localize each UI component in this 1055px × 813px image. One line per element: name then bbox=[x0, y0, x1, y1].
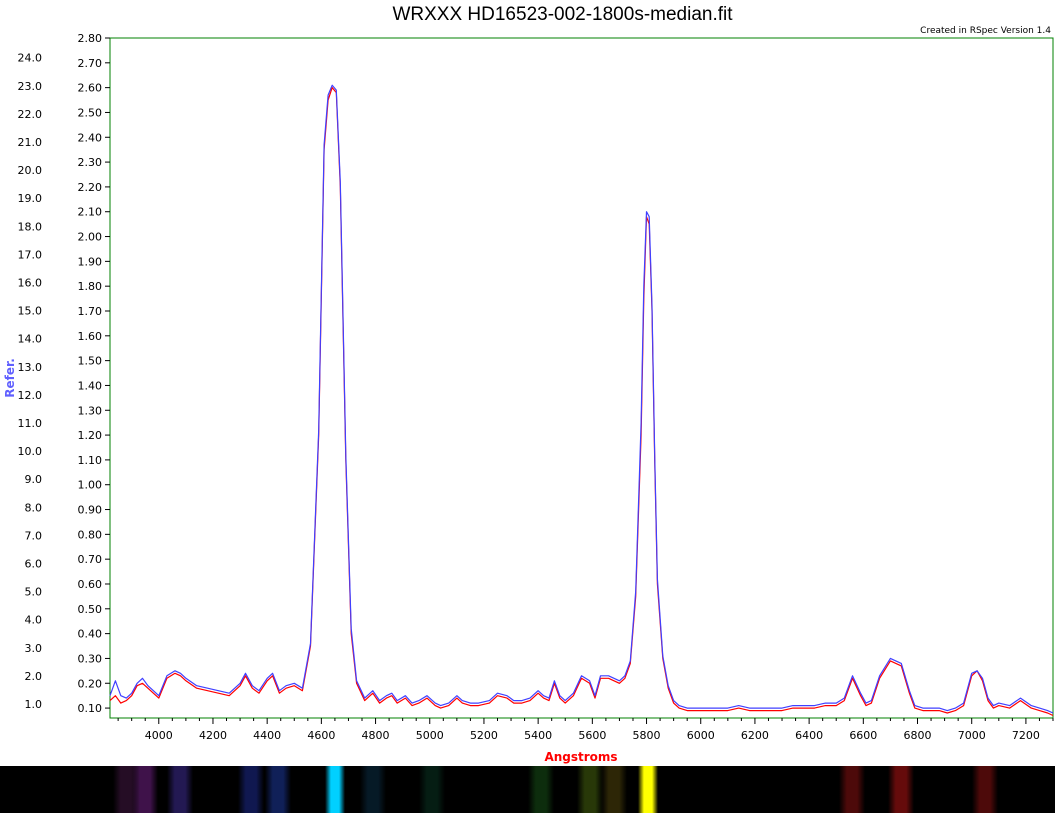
y2-tick-label: 20.0 bbox=[18, 164, 43, 177]
y2-tick-label: 17.0 bbox=[18, 248, 43, 261]
y-tick-label: 1.20 bbox=[78, 429, 103, 442]
x-tick-label: 4600 bbox=[307, 729, 335, 742]
y-tick-label: 2.60 bbox=[78, 82, 103, 95]
y2-axis-ticks: 1.0 2.0 3.0 4.0 5.0 6.0 7.0 8.0 9.0 10.0 11.0 12.0 1… bbox=[18, 52, 43, 711]
spectrum-band bbox=[359, 766, 386, 813]
y2-tick-label: 2.0 bbox=[25, 670, 43, 683]
y-axis-label: Refer. bbox=[3, 358, 17, 398]
spectrum-chart: 0.10 0.20 0.30 0.40 0.50 0.60 0.70 0.80 0.90 1.00… bbox=[3, 32, 1054, 764]
y2-tick-label: 13.0 bbox=[18, 361, 43, 374]
spectrum-band bbox=[972, 766, 999, 813]
x-tick-label: 7200 bbox=[1012, 729, 1040, 742]
x-tick-label: 6000 bbox=[687, 729, 715, 742]
y2-tick-label: 3.0 bbox=[25, 642, 43, 655]
y2-tick-label: 14.0 bbox=[18, 333, 43, 346]
y-tick-label: 0.40 bbox=[78, 628, 103, 641]
y-tick-label: 1.30 bbox=[78, 404, 103, 417]
y-tick-label: 2.30 bbox=[78, 156, 103, 169]
spectrum-strip bbox=[0, 766, 1055, 813]
y2-tick-label: 7.0 bbox=[25, 529, 43, 542]
x-tick-label: 6800 bbox=[904, 729, 932, 742]
plot-area bbox=[109, 37, 1054, 719]
x-tick-label: 6400 bbox=[795, 729, 823, 742]
y-tick-label: 2.70 bbox=[78, 57, 103, 70]
y-tick-label: 0.70 bbox=[78, 553, 103, 566]
x-tick-label: 5000 bbox=[416, 729, 444, 742]
y2-tick-label: 23.0 bbox=[18, 80, 43, 93]
y2-tick-label: 12.0 bbox=[18, 389, 43, 402]
y2-tick-label: 4.0 bbox=[25, 614, 43, 627]
y2-tick-label: 21.0 bbox=[18, 136, 43, 149]
spectrum-band bbox=[601, 766, 628, 813]
spectrum-band bbox=[132, 766, 159, 813]
spectrum-band bbox=[167, 766, 194, 813]
y2-tick-label: 6.0 bbox=[25, 557, 43, 570]
x-axis-label: Angstroms bbox=[544, 750, 617, 764]
x-tick-label: 7000 bbox=[958, 729, 986, 742]
x-tick-label: 4200 bbox=[199, 729, 227, 742]
y2-tick-label: 18.0 bbox=[18, 220, 43, 233]
spectrum-band bbox=[839, 766, 866, 813]
y2-tick-label: 11.0 bbox=[18, 417, 43, 430]
x-tick-label: 5400 bbox=[524, 729, 552, 742]
y-tick-label: 1.70 bbox=[78, 305, 103, 318]
y2-tick-label: 1.0 bbox=[25, 698, 43, 711]
y2-tick-label: 24.0 bbox=[18, 52, 43, 65]
y-tick-label: 0.50 bbox=[78, 603, 103, 616]
y-axis-ticks: 0.10 0.20 0.30 0.40 0.50 0.60 0.70 0.80 0.90 1.00… bbox=[78, 32, 110, 715]
x-tick-label: 6200 bbox=[741, 729, 769, 742]
y-tick-label: 1.60 bbox=[78, 330, 103, 343]
y-tick-label: 2.40 bbox=[78, 131, 103, 144]
y-tick-label: 0.60 bbox=[78, 578, 103, 591]
y2-tick-label: 19.0 bbox=[18, 192, 43, 205]
x-tick-label: 4800 bbox=[362, 729, 390, 742]
y-tick-label: 1.90 bbox=[78, 255, 103, 268]
spectrum-band bbox=[576, 766, 603, 813]
y-tick-label: 1.50 bbox=[78, 355, 103, 368]
x-tick-label: 6600 bbox=[849, 729, 877, 742]
spectrum-band bbox=[527, 766, 554, 813]
x-tick-label: 4400 bbox=[253, 729, 281, 742]
x-tick-label: 5800 bbox=[633, 729, 661, 742]
x-axis-ticks: 4000 4200 4400 4600 4800 5000 5200 5400 5600 5800… bbox=[117, 718, 1054, 742]
y-tick-label: 2.10 bbox=[78, 206, 103, 219]
y2-tick-label: 10.0 bbox=[18, 445, 43, 458]
y-tick-label: 2.80 bbox=[78, 32, 103, 45]
y2-tick-label: 16.0 bbox=[18, 276, 43, 289]
spectrum-band bbox=[637, 766, 658, 813]
y2-tick-label: 22.0 bbox=[18, 108, 43, 121]
y-tick-label: 2.00 bbox=[78, 231, 103, 244]
spectrum-band bbox=[265, 766, 291, 813]
y-tick-label: 2.50 bbox=[78, 106, 103, 119]
y-tick-label: 2.20 bbox=[78, 181, 103, 194]
x-tick-label: 4000 bbox=[145, 729, 173, 742]
y2-tick-label: 5.0 bbox=[25, 586, 43, 599]
y-tick-label: 1.10 bbox=[78, 454, 103, 467]
spectrum-band bbox=[419, 766, 446, 813]
y-tick-label: 0.80 bbox=[78, 528, 103, 541]
y-tick-label: 0.10 bbox=[78, 702, 103, 715]
y-tick-label: 1.00 bbox=[78, 479, 103, 492]
y-tick-label: 0.20 bbox=[78, 677, 103, 690]
y-tick-label: 0.90 bbox=[78, 504, 103, 517]
spectrum-band bbox=[888, 766, 915, 813]
y-tick-label: 1.40 bbox=[78, 379, 103, 392]
spectrum-band bbox=[237, 766, 264, 813]
y2-tick-label: 8.0 bbox=[25, 501, 43, 514]
spectrum-band bbox=[324, 766, 345, 813]
y-tick-label: 0.30 bbox=[78, 652, 103, 665]
y2-tick-label: 15.0 bbox=[18, 305, 43, 318]
x-tick-label: 5600 bbox=[578, 729, 606, 742]
y-tick-label: 1.80 bbox=[78, 280, 103, 293]
x-tick-label: 5200 bbox=[470, 729, 498, 742]
y2-tick-label: 9.0 bbox=[25, 473, 43, 486]
